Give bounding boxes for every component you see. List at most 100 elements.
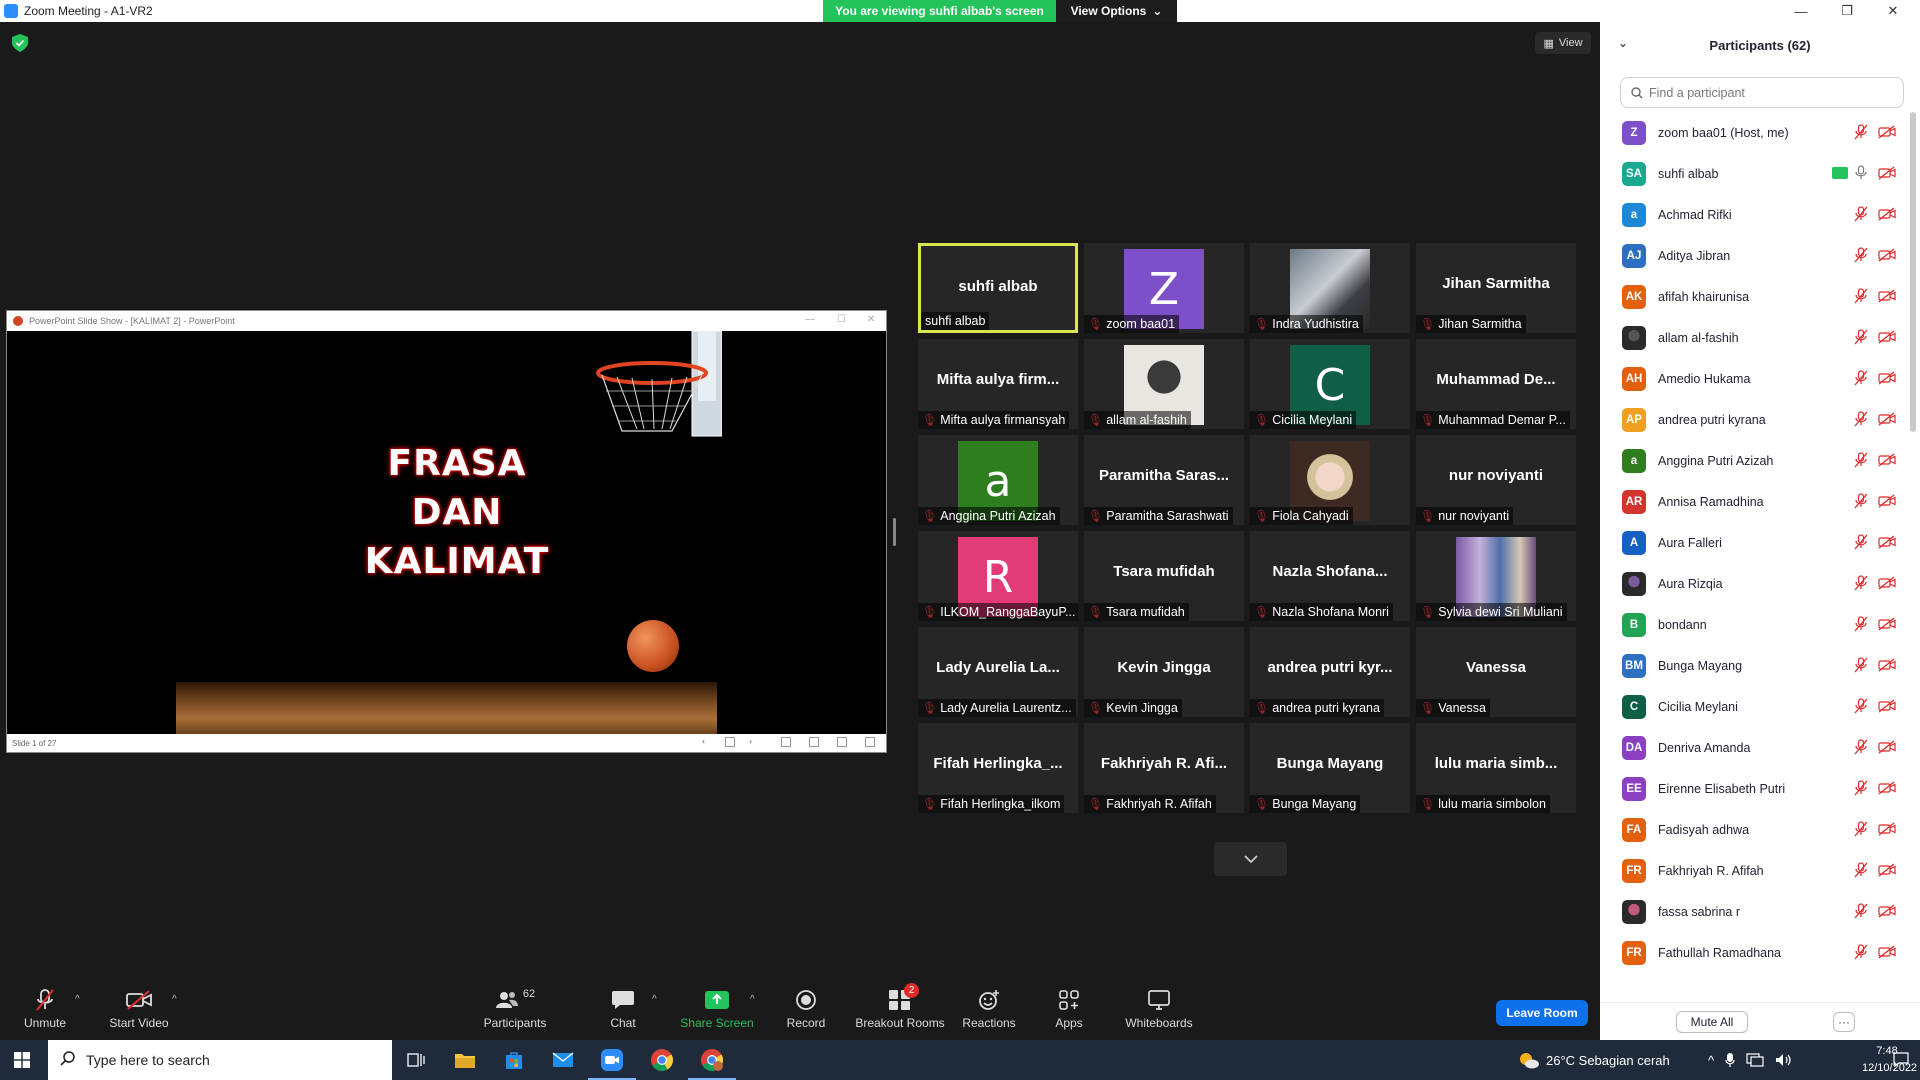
video-tile[interactable]: Jihan Sarmitha 🎙 Jihan Sarmitha — [1416, 243, 1576, 333]
participant-row[interactable]: Bbondann — [1600, 604, 1905, 645]
video-tile[interactable]: nur noviyanti 🎙 nur noviyanti — [1416, 435, 1576, 525]
participant-search-input[interactable]: Find a participant — [1620, 77, 1904, 108]
video-tile[interactable]: Tsara mufidah 🎙 Tsara mufidah — [1084, 531, 1244, 621]
notification-center-icon[interactable] — [1893, 1052, 1909, 1067]
task-view-icon[interactable] — [402, 1046, 430, 1074]
participant-row[interactable]: AR Annisa Ramadhina — [1600, 481, 1905, 522]
participant-list: Zzoom baa01 (Host, me) SA suhfi albab a Achm… — [1600, 112, 1905, 1002]
participant-row[interactable]: fassa sabrina r — [1600, 891, 1905, 932]
participant-row[interactable]: AJ Aditya Jibran — [1600, 235, 1905, 276]
participant-row[interactable]: FA Fadisyah adhwa — [1600, 809, 1905, 850]
close-icon[interactable]: ✕ — [1870, 0, 1916, 22]
windows-start-icon[interactable] — [14, 1052, 30, 1068]
view-button[interactable]: ▦ View — [1535, 32, 1591, 54]
apps-button[interactable]: Apps — [1024, 987, 1114, 1030]
record-icon — [796, 990, 816, 1010]
video-tile[interactable]: a 🎙 Anggina Putri Azizah — [918, 435, 1078, 525]
video-tile[interactable]: Bunga Mayang 🎙 Bunga Mayang — [1250, 723, 1410, 813]
participant-row[interactable]: A Aura Falleri — [1600, 522, 1905, 563]
video-tile[interactable]: Mifta aulya firm... 🎙 Mifta aulya firmansy… — [918, 339, 1078, 429]
split-view-handle[interactable] — [893, 518, 896, 546]
video-tile[interactable]: 🎙 Indra Yudhistira — [1250, 243, 1410, 333]
video-off-icon — [126, 990, 152, 1010]
video-tile[interactable]: Fakhriyah R. Afi... 🎙 Fakhriyah R. Afifah — [1084, 723, 1244, 813]
microphone-muted-icon — [1854, 616, 1868, 637]
video-tile[interactable]: 🎙 Sylvia dewi Sri Muliani — [1416, 531, 1576, 621]
video-tile[interactable]: Fifah Herlingka_... 🎙 Fifah Herlingka_ilko… — [918, 723, 1078, 813]
chat-options-caret[interactable]: ^ — [652, 994, 657, 1005]
view-options-button[interactable]: View Options ⌄ — [1056, 0, 1177, 22]
volume-icon[interactable] — [1775, 1053, 1793, 1067]
participant-name: Achmad Rifki — [1658, 207, 1732, 222]
slide-title: FRASA DAN KALIMAT — [364, 443, 550, 582]
participant-row[interactable]: AH Amedio Hukama — [1600, 358, 1905, 399]
audio-options-caret[interactable]: ^ — [75, 994, 80, 1005]
participant-row[interactable]: C Cicilia Meylani — [1600, 686, 1905, 727]
zoom-taskbar-icon[interactable] — [588, 1046, 636, 1080]
meeting-toolbar: Unmute ^ Start Video ^ 62 Participants C… — [0, 977, 1600, 1040]
participant-row[interactable]: Zzoom baa01 (Host, me) — [1600, 112, 1905, 153]
video-tile[interactable]: C 🎙 Cicilia Meylani — [1250, 339, 1410, 429]
participant-avatar: A — [1622, 530, 1646, 555]
minimize-icon[interactable]: — — [1778, 0, 1824, 22]
tile-name-label: 🎙 Fifah Herlingka_ilkom — [918, 795, 1065, 813]
network-icon[interactable] — [1746, 1053, 1764, 1067]
video-tile[interactable]: Vanessa 🎙 Vanessa — [1416, 627, 1576, 717]
chrome-profile-icon[interactable] — [688, 1046, 736, 1080]
leave-room-button[interactable]: Leave Room — [1496, 1000, 1588, 1026]
participant-row[interactable]: DA Denriva Amanda — [1600, 727, 1905, 768]
participant-row[interactable]: a Achmad Rifki — [1600, 194, 1905, 235]
more-options-button[interactable]: ··· — [1833, 1012, 1855, 1032]
tile-name-label: 🎙 Fiola Cahyadi — [1250, 507, 1353, 525]
video-tile[interactable]: 🎙 Fiola Cahyadi — [1250, 435, 1410, 525]
whiteboards-button[interactable]: Whiteboards — [1113, 987, 1205, 1030]
video-tile[interactable]: R 🎙 ILKOM_RanggaBayuP... — [918, 531, 1078, 621]
video-tile[interactable]: Muhammad De... 🎙 Muhammad Demar P... — [1416, 339, 1576, 429]
record-button[interactable]: Record — [761, 987, 851, 1030]
video-tile[interactable]: Paramitha Saras... 🎙 Paramitha Sarashwati — [1084, 435, 1244, 525]
video-tile[interactable]: Nazla Shofana... 🎙 Nazla Shofana Monri — [1250, 531, 1410, 621]
show-hidden-icons-icon[interactable]: ^ — [1708, 1053, 1714, 1068]
file-explorer-icon[interactable] — [451, 1046, 479, 1074]
chrome-icon[interactable] — [648, 1046, 676, 1074]
participant-row[interactable]: AP andrea putri kyrana — [1600, 399, 1905, 440]
restore-icon[interactable]: ❐ — [1824, 0, 1870, 22]
taskbar-search-input[interactable]: Type here to search — [48, 1040, 392, 1080]
participant-row[interactable]: BM Bunga Mayang — [1600, 645, 1905, 686]
video-tile[interactable]: 🎙 allam al-fashih — [1084, 339, 1244, 429]
participant-row[interactable]: a Anggina Putri Azizah — [1600, 440, 1905, 481]
video-tile[interactable]: andrea putri kyr... 🎙 andrea putri kyrana — [1250, 627, 1410, 717]
mute-all-button[interactable]: Mute All — [1676, 1011, 1748, 1033]
start-video-button[interactable]: Start Video — [94, 987, 184, 1030]
video-tile[interactable]: lulu maria simb... 🎙 lulu maria simbolon — [1416, 723, 1576, 813]
participants-button[interactable]: 62 Participants — [470, 987, 560, 1030]
gallery-next-page-button[interactable] — [1214, 842, 1287, 876]
video-tile[interactable]: Z 🎙 zoom baa01 — [1084, 243, 1244, 333]
participant-row[interactable]: SA suhfi albab — [1600, 153, 1905, 194]
security-shield-icon[interactable] — [12, 34, 28, 52]
breakout-rooms-button[interactable]: 2 Breakout Rooms — [853, 983, 947, 1030]
share-options-caret[interactable]: ^ — [750, 994, 755, 1005]
participant-row[interactable]: Aura Rizqia — [1600, 563, 1905, 604]
microphone-muted-icon: 🎙 — [1254, 605, 1270, 619]
microphone-tray-icon[interactable] — [1725, 1052, 1735, 1068]
reactions-button[interactable]: Reactions — [944, 987, 1034, 1030]
mail-icon[interactable] — [549, 1046, 577, 1074]
video-options-caret[interactable]: ^ — [172, 994, 177, 1005]
weather-widget[interactable]: 26°C Sebagian cerah — [1518, 1040, 1670, 1080]
participant-row[interactable]: EE Eirenne Elisabeth Putri — [1600, 768, 1905, 809]
share-screen-button[interactable]: Share Screen — [672, 987, 762, 1030]
participant-list-scrollbar[interactable] — [1910, 112, 1916, 432]
participant-row[interactable]: FR Fathullah Ramadhana — [1600, 932, 1905, 973]
participant-row[interactable]: allam al-fashih — [1600, 317, 1905, 358]
collapse-panel-icon[interactable]: ⌄ — [1618, 36, 1628, 50]
video-tile[interactable]: Lady Aurelia La... 🎙 Lady Aurelia Laurentz… — [918, 627, 1078, 717]
participant-avatar: Z — [1622, 120, 1646, 145]
participant-row[interactable]: AK afifah khairunisa — [1600, 276, 1905, 317]
microsoft-store-icon[interactable] — [500, 1046, 528, 1074]
video-tile[interactable]: Kevin Jingga 🎙 Kevin Jingga — [1084, 627, 1244, 717]
participant-row[interactable]: FR Fakhriyah R. Afifah — [1600, 850, 1905, 891]
ppt-close-icon: ✕ — [867, 314, 876, 325]
video-tile[interactable]: suhfi albab suhfi albab — [918, 243, 1078, 333]
grid-view-icon: ▦ — [1543, 37, 1554, 50]
